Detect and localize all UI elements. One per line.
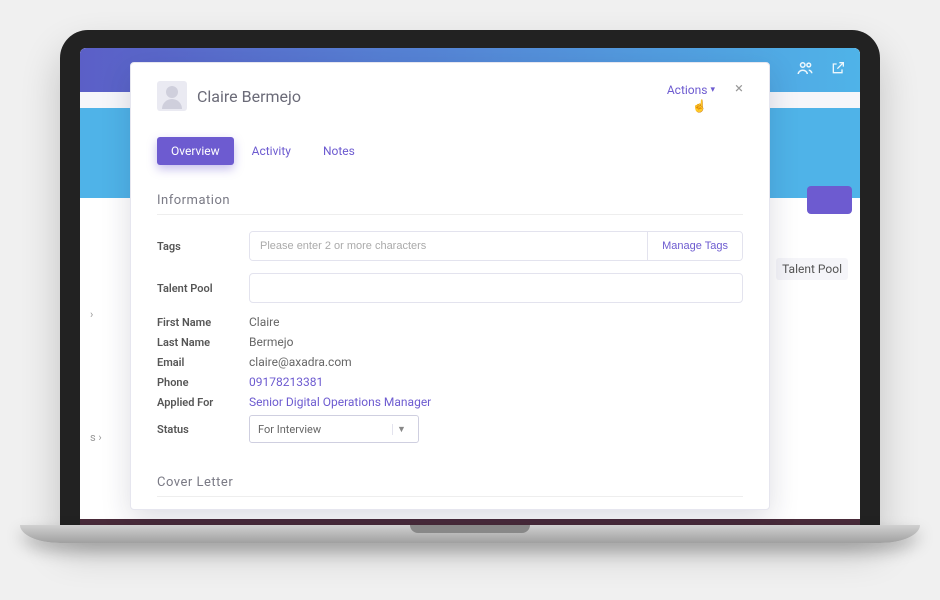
candidate-modal: Claire Bermejo Actions ▾ × ☝ Overview Ac… [130,62,770,510]
email-label: Email [157,356,249,369]
tags-row: Tags Manage Tags [157,231,743,261]
tags-input[interactable] [250,232,647,260]
first-name-value: Claire [249,315,280,329]
status-select[interactable]: For Interview ▼ [249,415,419,443]
tab-notes[interactable]: Notes [309,137,369,165]
tab-activity[interactable]: Activity [238,137,305,165]
talent-pool-label: Talent Pool [157,282,249,295]
applied-for-row: Applied For Senior Digital Operations Ma… [157,395,743,409]
bg-action-button[interactable] [807,186,852,214]
chevron-down-icon: ▾ [710,85,715,95]
manage-tags-button[interactable]: Manage Tags [647,232,742,260]
actions-dropdown[interactable]: Actions ▾ [667,83,715,97]
bg-sidebar-row1[interactable]: › [90,308,102,321]
applied-for-value[interactable]: Senior Digital Operations Manager [249,395,431,409]
cursor-icon: ☝ [692,99,707,113]
close-button[interactable]: × [735,81,743,96]
actions-label: Actions [667,83,708,97]
email-value: claire@axadra.com [249,355,352,369]
screen: el Talent Pool › s › [80,48,860,525]
information-section-title: Information [157,193,743,215]
external-link-icon[interactable] [830,60,846,80]
tab-overview[interactable]: Overview [157,137,234,165]
tags-label: Tags [157,240,249,253]
users-icon[interactable] [796,59,814,81]
tags-input-group: Manage Tags [249,231,743,261]
tabs: Overview Activity Notes [157,137,743,165]
avatar [157,81,187,111]
status-row: Status For Interview ▼ [157,415,743,443]
cover-letter-section-title: Cover Letter [157,475,743,497]
status-value: For Interview [258,423,321,436]
first-name-row: First Name Claire [157,315,743,329]
applied-for-label: Applied For [157,396,249,409]
status-label: Status [157,423,249,436]
modal-header: Claire Bermejo Actions ▾ × ☝ [157,81,743,111]
app-background: el Talent Pool › s › [80,48,860,525]
bg-sidebar-row2[interactable]: s › [90,431,102,444]
last-name-label: Last Name [157,336,249,349]
first-name-label: First Name [157,316,249,329]
email-row: Email claire@axadra.com [157,355,743,369]
phone-value[interactable]: 09178213381 [249,375,323,389]
last-name-row: Last Name Bermejo [157,335,743,349]
phone-row: Phone 09178213381 [157,375,743,389]
caret-down-icon: ▼ [392,424,410,435]
bg-talent-pool-column: Talent Pool [776,258,848,280]
laptop-frame: el Talent Pool › s › [60,30,880,530]
laptop-base [20,525,920,543]
phone-label: Phone [157,376,249,389]
talent-pool-row: Talent Pool [157,273,743,303]
candidate-name: Claire Bermejo [197,87,301,106]
talent-pool-input[interactable] [249,273,743,303]
last-name-value: Bermejo [249,335,294,349]
bg-sidebar-chevrons: › s › [90,308,102,525]
info-grid: Tags Manage Tags Talent Pool First Name … [157,231,743,443]
